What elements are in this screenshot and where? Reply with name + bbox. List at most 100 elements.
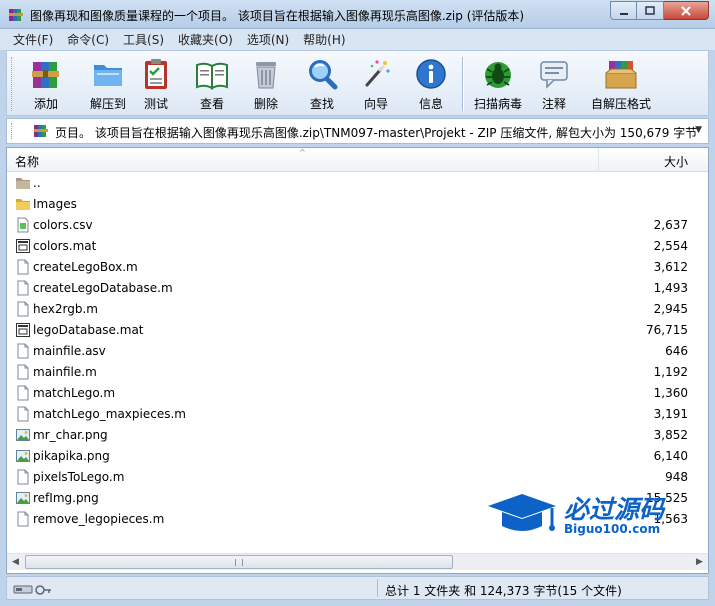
png-file-icon [15,448,31,464]
folder-icon [15,175,31,191]
file-row[interactable]: createLegoBox.m 3,612 [7,257,708,278]
comment-label: 注释 [541,97,566,111]
file-name: mainfile.m [33,365,97,379]
test-button[interactable]: 测试 [127,55,185,113]
comment-button[interactable]: 注释 [525,55,583,113]
file-name: mainfile.asv [33,344,106,358]
extract-folder-icon [94,65,122,86]
file-size: 76,715 [646,323,688,337]
png-file-icon [15,427,31,443]
file-size: 3,191 [653,407,688,421]
file-row[interactable]: pikapika.png 6,140 [7,446,708,467]
mat-file-icon [15,238,31,254]
scan-virus-button[interactable]: 扫描病毒 [467,55,529,113]
close-button[interactable] [664,1,709,20]
maximize-button[interactable] [637,1,664,20]
file-row[interactable]: mr_char.png 3,852 [7,425,708,446]
horizontal-scrollbar[interactable]: ◀ ▶ [7,553,708,570]
m-file-icon [15,511,31,527]
menu-commands[interactable]: 命令(C) [60,31,116,48]
m-file-icon [15,343,31,359]
file-name: colors.mat [33,239,97,253]
file-name: matchLego_maxpieces.m [33,407,186,421]
menu-options[interactable]: 选项(N) [240,31,296,48]
menu-file[interactable]: 文件(F) [6,31,60,48]
scroll-right-button[interactable]: ▶ [691,554,708,570]
scan-virus-label: 扫描病毒 [473,97,522,111]
winrar-app-icon [9,9,23,21]
info-icon [416,59,446,89]
m-file-icon [15,385,31,401]
status-bar: 总计 1 文件夹 和 124,373 字节(15 个文件) [6,576,709,600]
sfx-button[interactable]: 自解压格式 [581,55,661,113]
view-label: 查看 [199,97,224,111]
m-file-icon [15,469,31,485]
folder-row[interactable]: .. [7,173,708,194]
wizard-button[interactable]: 向导 [347,55,405,113]
file-size: 1,360 [653,386,688,400]
file-row[interactable]: matchLego_maxpieces.m 3,191 [7,404,708,425]
file-row[interactable]: legoDatabase.mat 76,715 [7,320,708,341]
test-clipboard-icon [145,59,167,89]
info-button[interactable]: 信息 [402,55,460,113]
file-name: remove_legopieces.m [33,512,165,526]
file-name: Images [33,197,77,211]
file-row[interactable]: createLegoDatabase.m 1,493 [7,278,708,299]
column-divider[interactable] [598,148,599,172]
toolbar: 添加 解压到 测试 查看 删除 查找 向导 信息 扫描病毒 注释 自解压格式 [6,50,709,116]
file-row[interactable]: mainfile.m 1,192 [7,362,708,383]
magic-wand-icon [365,60,390,87]
file-name: matchLego.m [33,386,116,400]
column-size-header[interactable]: 大小 [664,153,688,170]
m-file-icon [15,364,31,380]
view-book-icon [196,62,228,90]
file-name: refImg.png [33,491,99,505]
m-file-icon [15,301,31,317]
magnifier-icon [309,60,338,90]
minimize-button[interactable] [610,1,637,20]
menu-tools[interactable]: 工具(S) [116,31,171,48]
info-label: 信息 [418,97,443,111]
minimize-icon [619,12,628,15]
menu-favorites[interactable]: 收藏夹(O) [171,31,240,48]
file-size: 1,192 [653,365,688,379]
add-label: 添加 [33,97,58,111]
file-row[interactable]: hex2rgb.m 2,945 [7,299,708,320]
column-name-header[interactable]: 名称 [15,153,39,170]
add-books-icon [32,62,59,88]
file-name: createLegoBox.m [33,260,138,274]
file-row[interactable]: colors.mat 2,554 [7,236,708,257]
find-label: 查找 [309,97,334,111]
address-dropdown-icon[interactable]: ▼ [695,125,702,135]
file-row[interactable]: pixelsToLego.m 948 [7,467,708,488]
window-title: 图像再现和图像质量课程的一个项目。 该项目旨在根据输入图像再现乐高图像.zip … [30,9,525,23]
m-file-icon [15,259,31,275]
find-button[interactable]: 查找 [293,55,351,113]
file-row[interactable]: mainfile.asv 646 [7,341,708,362]
scroll-thumb[interactable] [25,555,453,569]
close-icon [681,5,691,16]
menu-bar: 文件(F) 命令(C) 工具(S) 收藏夹(O) 选项(N) 帮助(H) [0,29,715,50]
file-row[interactable]: colors.csv 2,637 [7,215,708,236]
m-file-icon [15,280,31,296]
file-name: createLegoDatabase.m [33,281,173,295]
png-file-icon [15,490,31,506]
view-button[interactable]: 查看 [183,55,241,113]
file-name: legoDatabase.mat [33,323,144,337]
add-button[interactable]: 添加 [15,55,77,113]
menu-help[interactable]: 帮助(H) [296,31,352,48]
file-size: 3,852 [653,428,688,442]
file-row[interactable]: matchLego.m 1,360 [7,383,708,404]
file-name: pikapika.png [33,449,110,463]
file-size: 2,554 [653,239,688,253]
file-name: mr_char.png [33,428,108,442]
comment-icon [540,61,568,89]
file-size: 646 [665,344,688,358]
delete-button[interactable]: 删除 [237,55,295,113]
address-path[interactable]: 页目。 该项目旨在根据输入图像再现乐高图像.zip\TNM097-master\… [55,124,697,141]
watermark-title: 必过源码 [564,495,665,524]
folder-row[interactable]: Images [7,194,708,215]
sfx-label: 自解压格式 [590,97,651,111]
mat-file-icon [15,322,31,338]
scroll-left-button[interactable]: ◀ [7,554,24,570]
